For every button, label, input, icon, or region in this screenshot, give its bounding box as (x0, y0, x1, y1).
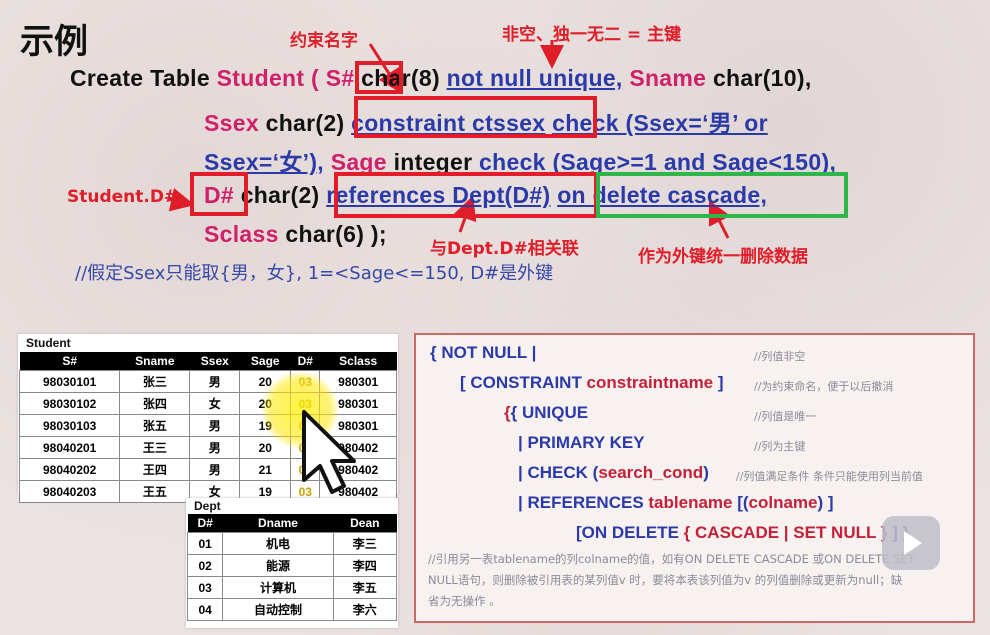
table-cell: 机电 (222, 532, 334, 555)
table-cell: 男 (189, 414, 241, 437)
box-s-hash (355, 61, 403, 94)
table-cell: 男 (189, 370, 241, 393)
table-cell: 98040202 (18, 458, 121, 481)
table-cell: 01 (186, 532, 224, 555)
table-cell: 98030102 (18, 392, 121, 415)
table-cell: 能源 (222, 554, 334, 577)
syntax-unique: {{ UNIQUE (504, 403, 589, 422)
mouse-pointer-icon (302, 410, 356, 494)
table-cell: 王三 (119, 436, 191, 459)
note-references-2: NULL语句，则删除被引用表的某列值v 时，要将本表该列值为v 的列值删除或更新… (428, 573, 903, 587)
table-row: 02 能源 李四 (186, 554, 398, 577)
syntax-primary-key: | PRIMARY KEY (518, 433, 645, 452)
table-cell: 李四 (332, 554, 398, 577)
box-constraint (354, 96, 597, 138)
table-cell: 02 (186, 554, 224, 577)
note-check: //列值满足条件 条件只能使用列当前值 (736, 470, 923, 483)
box-on-delete (596, 172, 848, 218)
dept-table-caption: Dept (194, 499, 221, 513)
table-cell: 王五 (119, 480, 191, 503)
box-d-hash (190, 172, 248, 216)
col-header: Dname (222, 514, 334, 533)
dept-table-panel: Dept D# Dname Dean 01 机电 李三 02 能源 李四 03 计算机 李五 04… (186, 498, 398, 628)
col-header: D# (187, 514, 223, 533)
code-comment: //假定Ssex只能取{男，女}, 1=<Sage<=150, D#是外键 (75, 263, 554, 284)
table-cell: 男 (189, 458, 241, 481)
col-header: Dean (333, 514, 397, 533)
note-primary-key: //列为主键 (754, 440, 806, 453)
col-header: Sclass (319, 352, 397, 371)
table-cell: 男 (189, 436, 241, 459)
table-cell: 李五 (332, 576, 398, 599)
syntax-on-delete: [ON DELETE { CASCADE | SET NULL } ] } (576, 523, 909, 542)
table-cell: 98040203 (18, 480, 121, 503)
note-references-1: //引用另一表tablename的列colname的值，如有ON DELETE … (428, 552, 915, 566)
play-button[interactable] (882, 516, 940, 570)
table-cell: 李三 (332, 532, 398, 555)
col-header: D# (290, 352, 320, 371)
table-row: 01 机电 李三 (186, 532, 398, 555)
play-icon (904, 531, 922, 555)
table-cell: 张三 (119, 370, 191, 393)
table-cell: 21 (239, 458, 292, 481)
box-references (334, 172, 598, 218)
table-cell: 03 (186, 576, 224, 599)
syntax-references: | REFERENCES tablename [(colname) ] (518, 493, 834, 512)
syntax-check: | CHECK (search_cond) (518, 463, 709, 482)
arrow-student-d (167, 188, 195, 212)
table-row: 03 计算机 李五 (186, 576, 398, 599)
col-header: Sname (119, 352, 190, 371)
note-not-null: //列值非空 (754, 350, 806, 363)
table-row: 04 自动控制 李六 (186, 598, 398, 621)
note-references-3: 省为无操作 。 (428, 594, 501, 608)
note-unique: //列值是唯一 (754, 410, 817, 423)
student-table-caption: Student (26, 336, 71, 350)
syntax-panel: { NOT NULL | [ CONSTRAINT constraintname… (414, 333, 975, 623)
table-cell: 王四 (119, 458, 191, 481)
syntax-constraint: [ CONSTRAINT constraintname ] (460, 373, 724, 392)
table-cell: 李六 (332, 598, 398, 621)
code-line-5: Sclass char(6) ); (204, 221, 387, 247)
table-cell: 自动控制 (222, 598, 334, 621)
code-line-1: Create Table Student ( S# char(8) not nu… (70, 65, 812, 91)
table-cell: 98030103 (18, 414, 121, 437)
table-row: 98030101张三男2003980301 (18, 370, 397, 393)
dept-table: D# Dname Dean 01 机电 李三 02 能源 李四 03 计算机 李五 04 自动控制李… (186, 514, 398, 621)
table-cell: 计算机 (222, 576, 334, 599)
table-cell: 04 (186, 598, 224, 621)
col-header: S# (19, 352, 120, 371)
table-cell: 张四 (119, 392, 191, 415)
table-cell: 98030101 (18, 370, 121, 393)
col-header: Ssex (189, 352, 240, 371)
table-cell: 张五 (119, 414, 191, 437)
table-cell: 女 (189, 392, 241, 415)
col-header: Sage (239, 352, 291, 371)
table-cell: 98040201 (18, 436, 121, 459)
note-constraint: //为约束命名，便于以后撤消 (754, 380, 894, 393)
syntax-not-null: { NOT NULL | (430, 343, 537, 362)
